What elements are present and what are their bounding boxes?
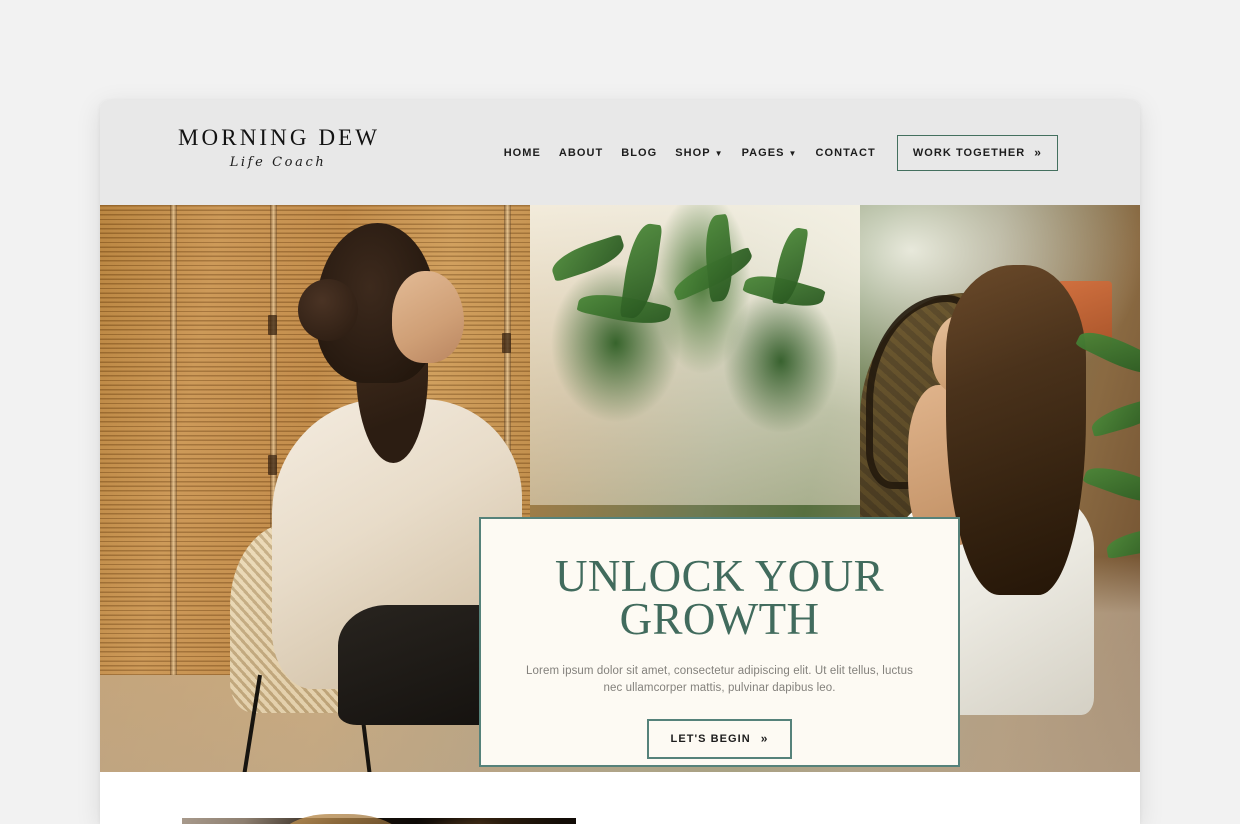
double-chevron-right-icon: » bbox=[1034, 145, 1042, 159]
nav-item-label: ABOUT bbox=[558, 146, 604, 159]
nav-item-pages[interactable]: PAGES ▼ bbox=[733, 147, 807, 159]
feature-image-hair bbox=[278, 814, 408, 824]
work-together-label: WORK TOGETHER bbox=[912, 146, 1026, 159]
chevron-down-icon: ▼ bbox=[788, 148, 798, 158]
hero-title-line-2: GROWTH bbox=[619, 594, 820, 644]
site-header: MORNING DEW Life Coach HOME ABOUT BLOG S… bbox=[100, 100, 1140, 205]
nav-item-label: HOME bbox=[503, 146, 541, 159]
plant-leaf bbox=[547, 233, 629, 283]
double-chevron-right-icon: » bbox=[760, 731, 769, 746]
nav-item-about[interactable]: ABOUT bbox=[550, 147, 612, 159]
nav-item-label: PAGES bbox=[741, 146, 785, 159]
center-plants bbox=[530, 205, 860, 505]
browser-frame: MORNING DEW Life Coach HOME ABOUT BLOG S… bbox=[100, 100, 1140, 824]
nav-item-shop[interactable]: SHOP ▼ bbox=[666, 147, 732, 159]
nav-item-blog[interactable]: BLOG bbox=[612, 147, 666, 159]
hero-paragraph: Lorem ipsum dolor sit amet, consectetur … bbox=[526, 665, 913, 694]
nav-item-home[interactable]: HOME bbox=[495, 147, 550, 159]
plant-leaf bbox=[701, 213, 737, 303]
lets-begin-label: LET'S BEGIN bbox=[670, 733, 751, 745]
shutter-seam bbox=[170, 205, 177, 675]
logo-secondary-text: Life Coach bbox=[229, 155, 327, 170]
plant-leaf bbox=[1088, 394, 1140, 438]
site-logo[interactable]: MORNING DEW Life Coach bbox=[178, 126, 378, 169]
feature-image bbox=[182, 814, 576, 824]
main-navigation: HOME ABOUT BLOG SHOP ▼ PAGES ▼ CONTACT W… bbox=[495, 100, 1058, 205]
nav-item-label: BLOG bbox=[621, 146, 658, 159]
person-right-hair bbox=[946, 265, 1086, 595]
person-left-hair-bun bbox=[298, 279, 358, 341]
lets-begin-button[interactable]: LET'S BEGIN » bbox=[646, 719, 793, 759]
hero-section: UNLOCK YOUR GROWTH Lorem ipsum dolor sit… bbox=[100, 205, 1140, 772]
nav-item-contact[interactable]: CONTACT bbox=[807, 147, 885, 159]
plant-leaf bbox=[1082, 459, 1140, 511]
nav-item-label: CONTACT bbox=[815, 146, 876, 159]
logo-primary-text: MORNING DEW bbox=[178, 125, 381, 150]
hero-card: UNLOCK YOUR GROWTH Lorem ipsum dolor sit… bbox=[479, 517, 960, 767]
section-below-hero bbox=[100, 772, 1140, 824]
person-left-face bbox=[392, 271, 464, 363]
chevron-down-icon: ▼ bbox=[714, 148, 724, 158]
plant-leaf bbox=[1104, 525, 1140, 559]
hero-title: UNLOCK YOUR GROWTH bbox=[481, 519, 958, 644]
work-together-button[interactable]: WORK TOGETHER » bbox=[896, 134, 1058, 171]
nav-item-label: SHOP bbox=[675, 146, 711, 159]
